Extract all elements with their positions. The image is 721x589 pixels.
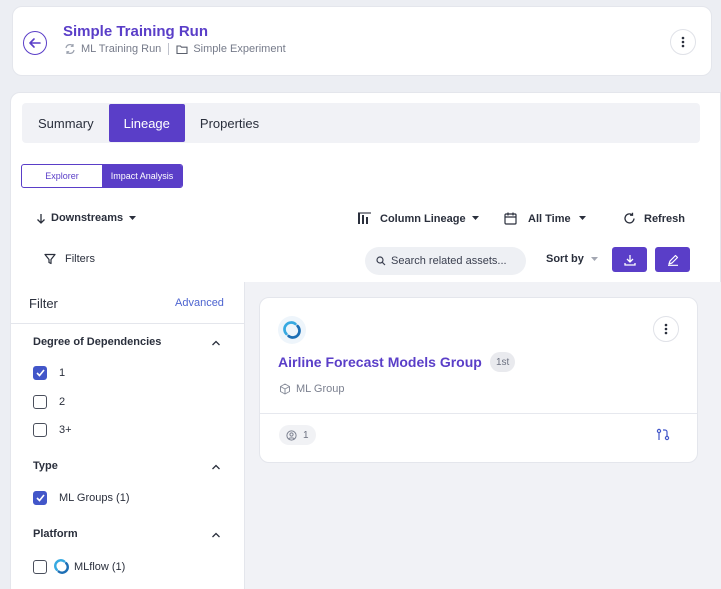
filter-option-degree-1[interactable]: 1	[33, 366, 65, 380]
tab-summary[interactable]: Summary	[23, 104, 109, 142]
column-lineage-label: Column Lineage	[380, 212, 466, 225]
filter-section-title: Type	[33, 460, 58, 472]
time-range-label: All Time	[528, 212, 571, 225]
mlflow-icon	[54, 559, 69, 574]
filter-icon	[44, 253, 56, 265]
search-bar	[365, 247, 526, 275]
checkbox[interactable]	[33, 491, 47, 505]
kebab-icon	[681, 36, 685, 48]
filter-option-label: 3+	[59, 424, 72, 436]
checkbox[interactable]	[33, 559, 47, 574]
tab-bar: Summary Lineage Properties	[22, 103, 700, 143]
download-button[interactable]	[612, 247, 647, 272]
filter-option-label: 2	[59, 396, 66, 408]
divider	[260, 413, 697, 414]
breadcrumb-separator	[168, 43, 170, 55]
advanced-filter-link[interactable]: Advanced	[175, 297, 224, 309]
user-circle-icon	[286, 429, 297, 441]
caret-down-icon	[590, 256, 598, 261]
check-icon	[35, 369, 45, 377]
filter-option-degree-2[interactable]: 2	[33, 395, 65, 409]
breadcrumb: ML Training Run Simple Experiment	[64, 43, 286, 55]
arrow-left-icon	[29, 38, 41, 48]
calendar-icon	[504, 212, 517, 225]
cube-icon	[280, 383, 290, 395]
refresh-label: Refresh	[644, 212, 685, 225]
result-card[interactable]	[259, 297, 698, 463]
filter-option-degree-3-plus[interactable]: 3+	[33, 423, 72, 437]
pencil-icon	[667, 254, 678, 266]
filter-option-mlflow[interactable]: MLflow (1)	[33, 559, 125, 574]
search-icon	[376, 256, 386, 266]
column-lineage-dropdown[interactable]: Column Lineage	[357, 212, 479, 225]
breadcrumb-item[interactable]: Simple Experiment	[193, 43, 285, 55]
platform-logo	[278, 316, 306, 344]
sort-by-label: Sort by	[546, 253, 584, 265]
column-lineage-icon	[358, 212, 371, 224]
back-button[interactable]	[23, 31, 47, 55]
filter-option-label: 1	[59, 367, 66, 379]
direction-label: Downstreams	[51, 212, 124, 224]
filters-toggle[interactable]: Filters	[44, 253, 95, 265]
caret-down-icon	[129, 215, 137, 220]
page-title: Simple Training Run	[63, 23, 209, 40]
filter-title: Filter	[29, 296, 58, 311]
chevron-up-icon[interactable]	[211, 462, 221, 472]
result-more-options-button[interactable]	[653, 316, 679, 342]
direction-dropdown[interactable]: Downstreams	[36, 212, 137, 224]
checkbox[interactable]	[33, 395, 47, 409]
lineage-path-button[interactable]	[656, 428, 670, 441]
filter-option-label: ML Groups (1)	[59, 492, 130, 504]
caret-down-icon	[471, 216, 479, 220]
result-title-link[interactable]: Airline Forecast Models Group	[278, 354, 482, 370]
checkbox[interactable]	[33, 366, 47, 380]
more-options-button[interactable]	[670, 29, 696, 55]
tab-properties[interactable]: Properties	[185, 104, 274, 142]
filter-section-title: Degree of Dependencies	[33, 336, 162, 348]
filters-label: Filters	[65, 253, 95, 265]
explorer-mode-button[interactable]: Explorer	[22, 165, 102, 187]
usage-count: 1	[303, 429, 309, 441]
arrow-down-icon	[37, 213, 45, 224]
mlflow-icon	[283, 321, 301, 339]
result-type-label: ML Group	[296, 383, 345, 395]
filter-section-title: Platform	[33, 528, 78, 540]
time-range-dropdown[interactable]: All Time	[504, 212, 586, 225]
kebab-icon	[664, 323, 668, 335]
check-icon	[35, 494, 45, 502]
degree-badge: 1st	[490, 352, 516, 372]
lineage-mode-toggle: Explorer Impact Analysis	[21, 164, 183, 188]
filter-option-ml-groups[interactable]: ML Groups (1)	[33, 491, 130, 505]
chevron-up-icon[interactable]	[211, 530, 221, 540]
edit-button[interactable]	[655, 247, 690, 272]
search-input[interactable]	[391, 255, 516, 267]
impact-analysis-mode-button[interactable]: Impact Analysis	[102, 165, 182, 187]
tab-lineage[interactable]: Lineage	[108, 104, 185, 142]
result-type: ML Group	[279, 383, 345, 395]
refresh-button[interactable]: Refresh	[623, 212, 685, 225]
entity-header	[12, 6, 712, 76]
usage-count-badge: 1	[279, 425, 316, 445]
chevron-up-icon[interactable]	[211, 338, 221, 348]
download-icon	[623, 254, 636, 266]
lineage-path-icon	[656, 428, 670, 441]
breadcrumb-item[interactable]: ML Training Run	[81, 43, 161, 55]
refresh-icon	[624, 212, 635, 224]
filter-option-label: MLflow (1)	[74, 560, 126, 573]
sort-by-dropdown[interactable]: Sort by	[546, 253, 598, 265]
sync-icon	[64, 43, 76, 55]
caret-down-icon	[578, 216, 586, 220]
folder-icon	[176, 44, 188, 55]
checkbox[interactable]	[33, 423, 47, 437]
